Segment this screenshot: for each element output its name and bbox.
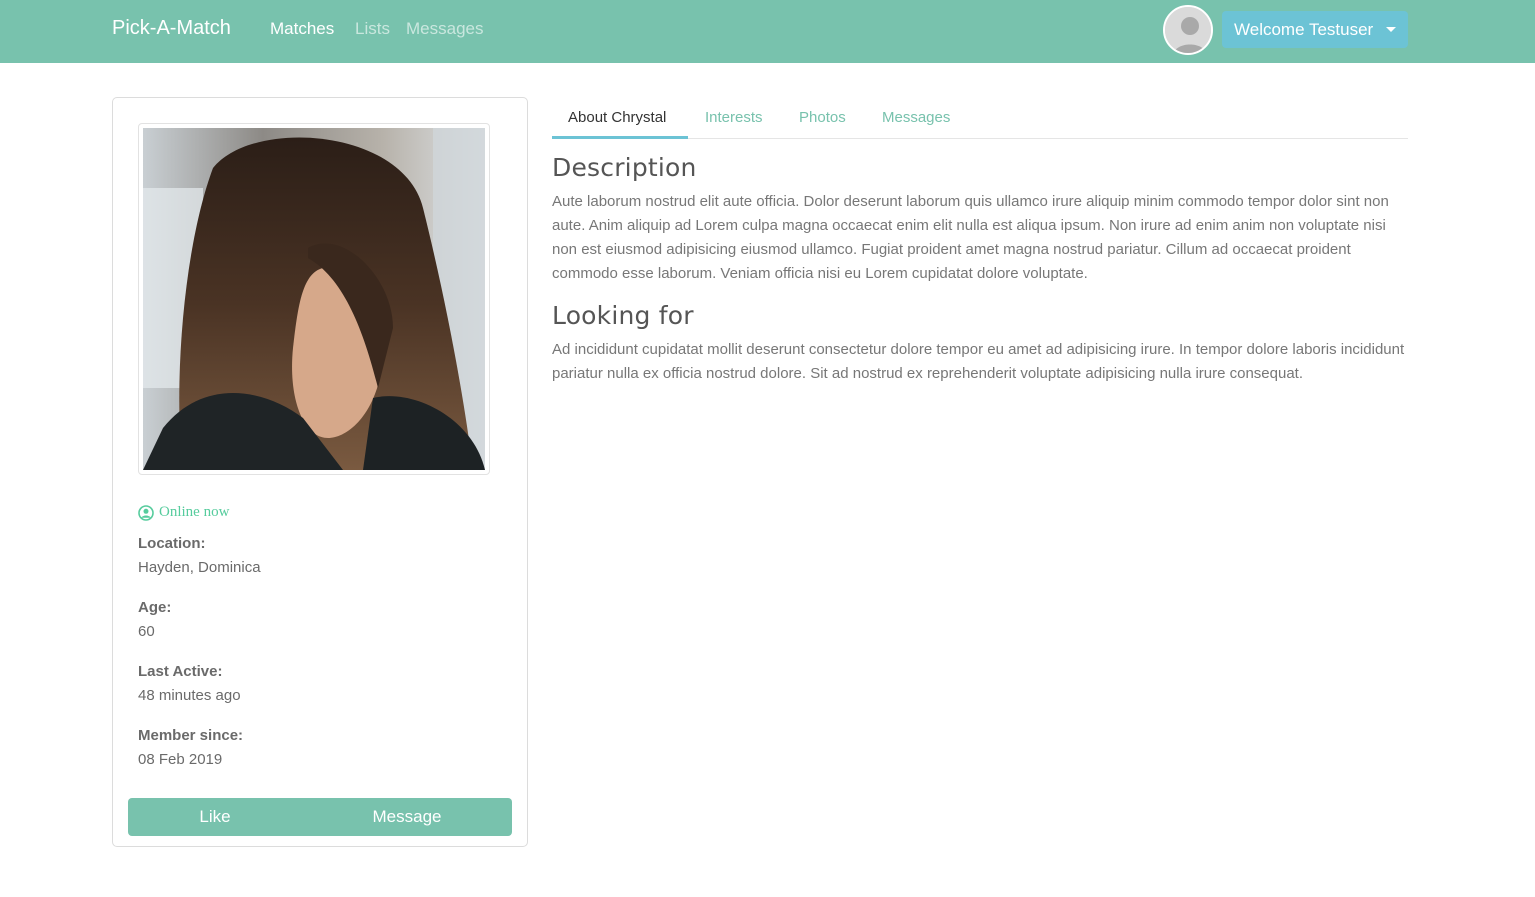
tab-about[interactable]: About Chrystal (568, 109, 666, 126)
last-active-field: Last Active: 48 minutes ago (138, 661, 241, 709)
last-active-value: 48 minutes ago (138, 687, 241, 704)
active-tab-indicator (552, 136, 688, 139)
brand-logo[interactable]: Pick-A-Match (112, 17, 231, 40)
nav-link-messages[interactable]: Messages (406, 19, 483, 39)
profile-photo-frame (138, 123, 490, 475)
nav-link-lists[interactable]: Lists (355, 19, 390, 39)
tab-interests[interactable]: Interests (705, 109, 763, 126)
description-heading: Description (552, 153, 697, 182)
message-button[interactable]: Message (302, 798, 512, 836)
member-since-field: Member since: 08 Feb 2019 (138, 725, 243, 773)
online-status: Online now (138, 504, 229, 521)
last-active-label: Last Active: (138, 663, 223, 680)
member-since-label: Member since: (138, 727, 244, 744)
online-status-label: Online now (159, 504, 230, 520)
profile-photo (143, 128, 485, 470)
like-button[interactable]: Like (128, 798, 302, 836)
description-text: Aute laborum nostrud elit aute officia. … (552, 193, 1389, 282)
profile-tabs: About Chrystal Interests Photos Messages (552, 97, 1408, 139)
member-since-value: 08 Feb 2019 (138, 751, 223, 768)
user-menu-dropdown[interactable]: Welcome Testuser (1222, 11, 1408, 48)
profile-action-buttons: Like Message (128, 798, 512, 836)
caret-down-icon (1386, 27, 1396, 32)
age-value: 60 (138, 623, 155, 640)
user-avatar-icon[interactable] (1163, 5, 1213, 55)
profile-card: Online now Location: Hayden, Dominica Ag… (112, 97, 528, 847)
age-field: Age: 60 (138, 597, 171, 645)
location-field: Location: Hayden, Dominica (138, 533, 261, 581)
user-circle-icon (138, 504, 154, 521)
age-label: Age: (138, 599, 172, 616)
tab-messages[interactable]: Messages (882, 109, 950, 126)
welcome-label: Welcome Testuser (1234, 20, 1374, 39)
looking-for-text: Ad incididunt cupidatat mollit deserunt … (552, 341, 1405, 382)
location-label: Location: (138, 535, 206, 552)
location-value: Hayden, Dominica (138, 559, 261, 576)
top-navbar: Pick-A-Match Matches Lists Messages Welc… (0, 0, 1535, 63)
looking-for-heading: Looking for (552, 301, 694, 330)
tab-photos[interactable]: Photos (799, 109, 846, 126)
nav-link-matches[interactable]: Matches (270, 19, 334, 39)
